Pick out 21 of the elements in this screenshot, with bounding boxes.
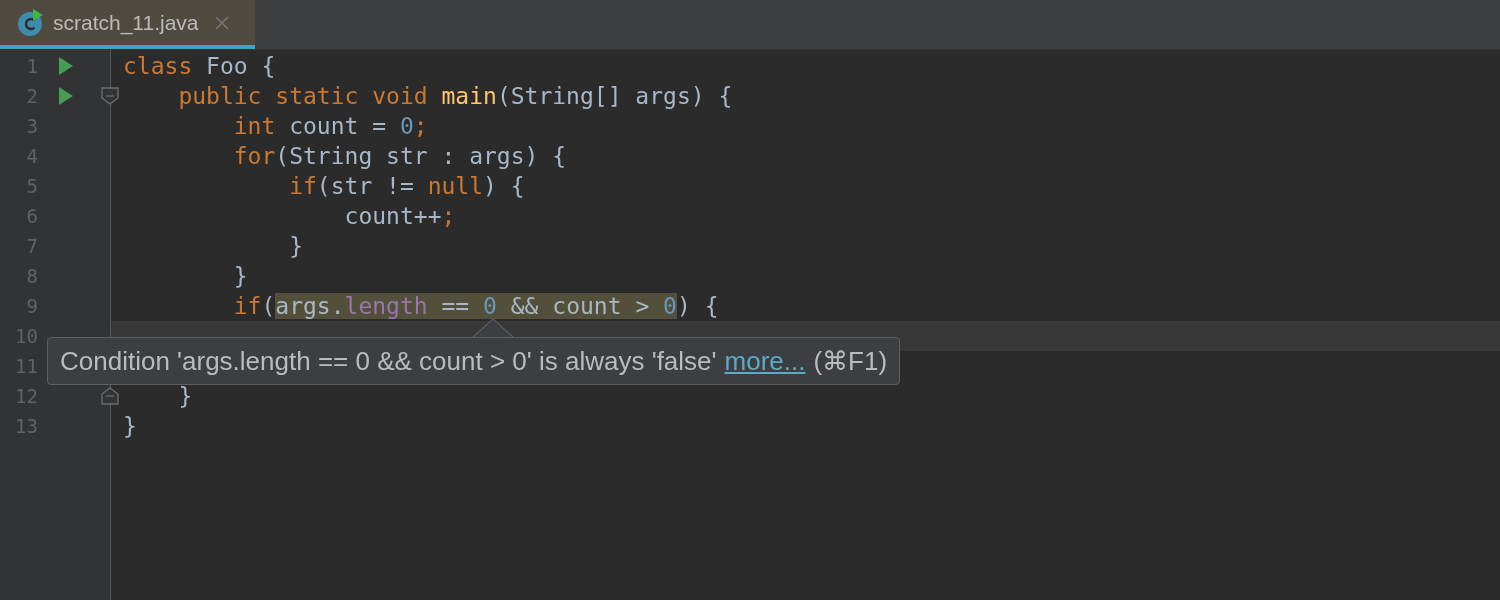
run-icon[interactable]: [59, 87, 73, 105]
code-line: count++;: [344, 203, 456, 229]
code-line: }: [178, 383, 193, 409]
code-line: class Foo {: [123, 53, 276, 79]
tooltip-message: Condition 'args.length == 0 && count > 0' is always 'false': [60, 345, 717, 378]
code-line: for(String str : args) {: [233, 143, 567, 169]
file-icon: [17, 8, 45, 37]
code-line: if(args.length == 0 && count > 0) {: [233, 293, 719, 319]
close-icon[interactable]: [214, 15, 229, 30]
code-line: if(str != null) {: [289, 173, 525, 199]
code-line: }: [233, 263, 248, 289]
run-icon[interactable]: [59, 57, 73, 75]
code-line: }: [289, 233, 303, 259]
more-link[interactable]: more...: [724, 338, 806, 384]
fold-icon[interactable]: [101, 387, 119, 405]
file-tab[interactable]: scratch_11.java: [0, 0, 255, 49]
code-line: }: [123, 413, 137, 439]
code-line: public static void main(String[] args) {: [178, 83, 733, 109]
shortcut-hint: (⌘F1): [813, 345, 888, 378]
code-line: int count = 0;: [233, 113, 428, 139]
fold-icon[interactable]: [101, 87, 119, 105]
